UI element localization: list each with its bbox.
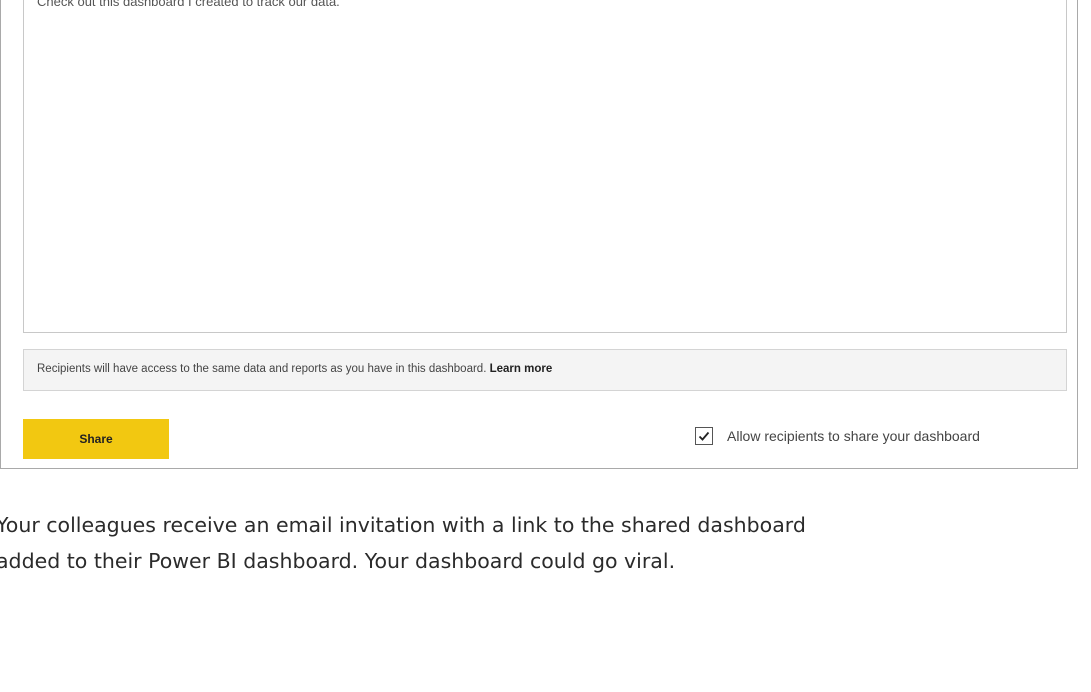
share-dialog-screenshot: Check out this dashboard I created to tr… <box>0 0 1078 469</box>
checkmark-icon <box>698 431 710 441</box>
page: Check out this dashboard I created to tr… <box>0 0 1091 692</box>
caption-line-1: Your colleagues receive an email invitat… <box>0 513 806 537</box>
learn-more-link[interactable]: Learn more <box>490 363 553 375</box>
message-text: Check out this dashboard I created to tr… <box>37 0 340 9</box>
allow-reshare-label: Allow recipients to share your dashboard <box>727 428 980 444</box>
allow-reshare-checkbox[interactable] <box>695 427 713 445</box>
allow-reshare-option[interactable]: Allow recipients to share your dashboard <box>695 426 980 446</box>
message-textarea[interactable]: Check out this dashboard I created to tr… <box>23 0 1067 333</box>
access-info-text: Recipients will have access to the same … <box>37 363 552 375</box>
access-info-message: Recipients will have access to the same … <box>37 363 487 375</box>
caption-line-2: added to their Power BI dashboard. Your … <box>0 549 676 573</box>
access-info-bar: Recipients will have access to the same … <box>23 349 1067 391</box>
share-button[interactable]: Share <box>23 419 169 459</box>
article-caption: Your colleagues receive an email invitat… <box>0 507 1091 579</box>
